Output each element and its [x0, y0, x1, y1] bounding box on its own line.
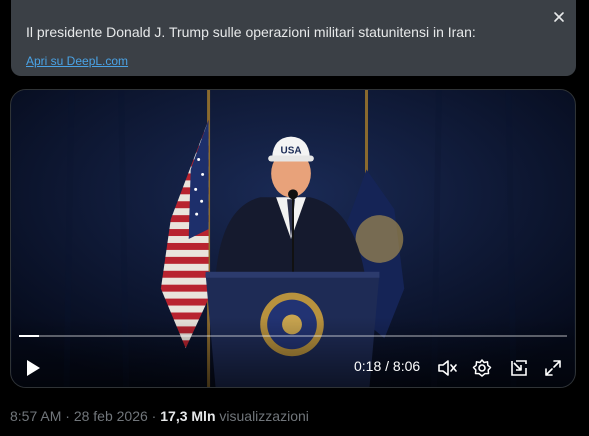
progress-fill	[19, 335, 40, 337]
close-banner-button[interactable]	[550, 8, 568, 26]
mute-button[interactable]	[435, 356, 459, 380]
post-meta: 8:57 AM · 28 feb 2026 · 17,3 Mln visuali…	[10, 408, 309, 424]
separator: ·	[61, 408, 74, 424]
cap-text: USA	[281, 146, 302, 157]
play-icon	[27, 360, 40, 376]
settings-icon	[472, 359, 492, 377]
translation-banner: Il presidente Donald J. Trump sulle oper…	[11, 0, 576, 76]
progress-bar[interactable]	[19, 335, 567, 337]
fullscreen-button[interactable]	[541, 356, 565, 380]
post-date[interactable]: 28 feb 2026	[74, 408, 148, 424]
view-count-label: visualizzazioni	[215, 408, 309, 424]
mute-icon	[438, 360, 457, 376]
settings-button[interactable]	[470, 356, 494, 380]
separator: ·	[147, 408, 161, 424]
fullscreen-icon	[545, 360, 561, 376]
open-deepl-link[interactable]: Apri su DeepL.com	[26, 54, 128, 68]
video-player[interactable]: USA 0:18 / 8:06	[10, 89, 576, 388]
picture-in-picture-icon	[511, 360, 527, 376]
translated-text: Il presidente Donald J. Trump sulle oper…	[26, 24, 476, 40]
close-icon	[554, 12, 564, 22]
post-time[interactable]: 8:57 AM	[10, 408, 61, 424]
picture-in-picture-button[interactable]	[507, 356, 531, 380]
view-count: 17,3 Mln	[160, 408, 216, 424]
play-button[interactable]	[21, 356, 45, 380]
time-display: 0:18 / 8:06	[354, 358, 421, 374]
